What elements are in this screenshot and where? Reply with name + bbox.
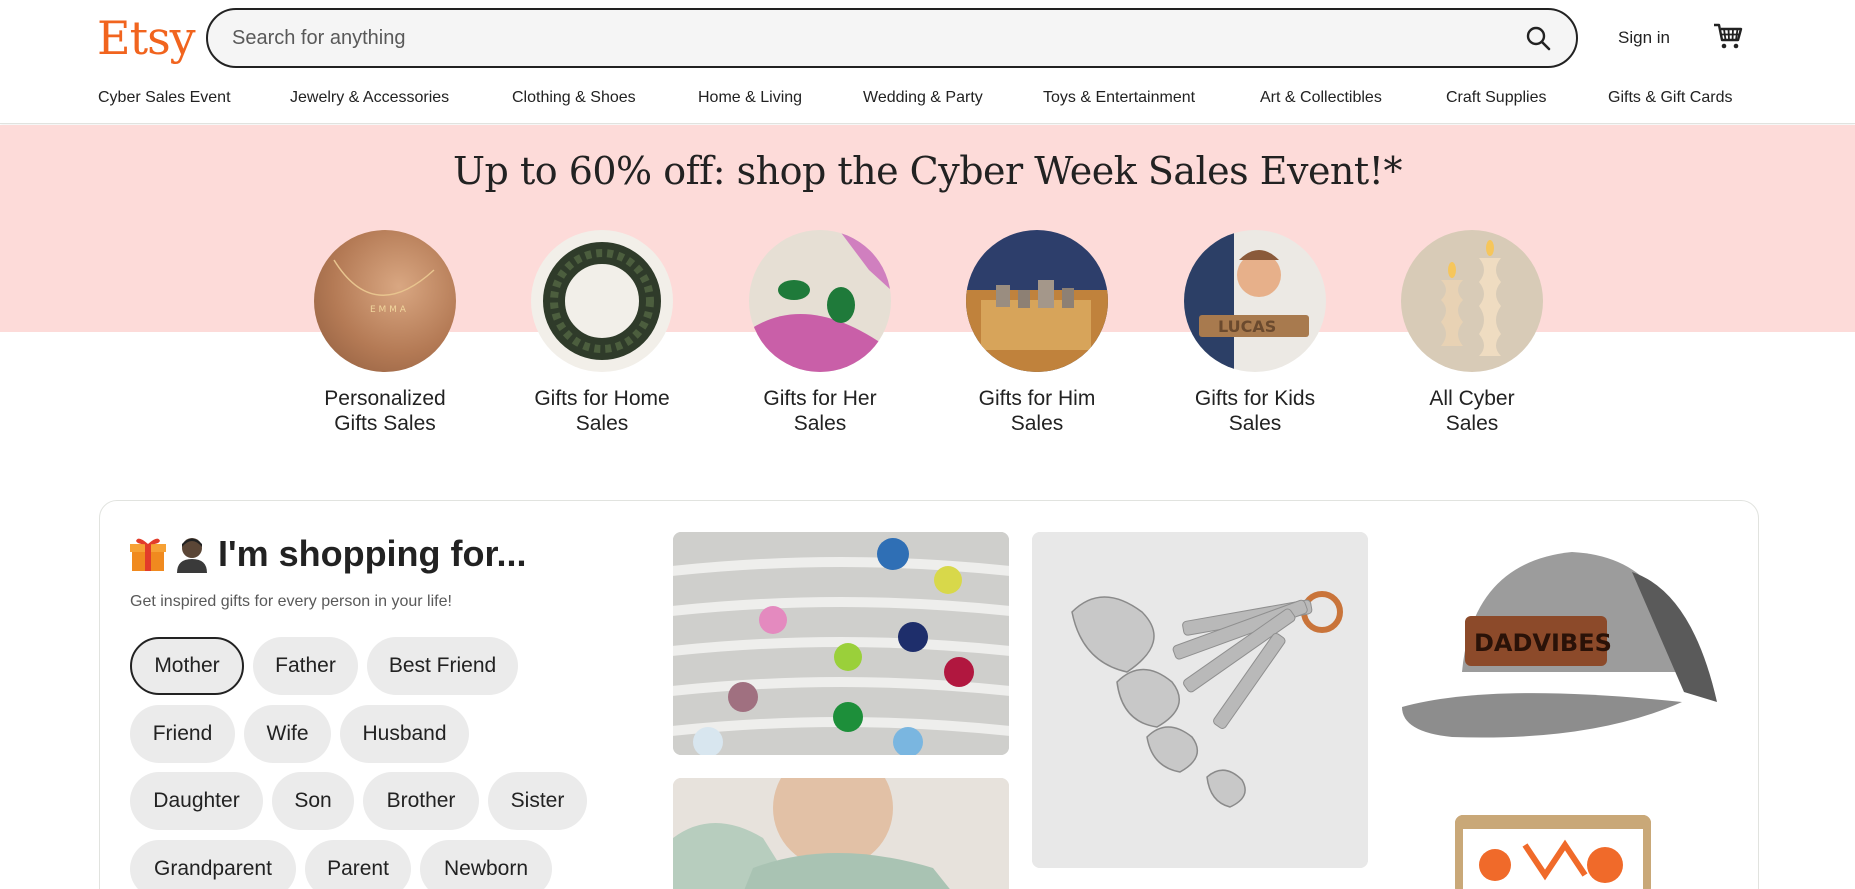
- chip-parent[interactable]: Parent: [305, 840, 411, 889]
- gifts-for-him-image: [966, 230, 1108, 372]
- category-gifts-for-home[interactable]: Gifts for Home Sales: [512, 230, 692, 436]
- category-gifts-for-kids[interactable]: LUCAS Gifts for Kids Sales: [1165, 230, 1345, 436]
- person-icon: [174, 535, 210, 573]
- product-tile-rings[interactable]: [673, 532, 1009, 755]
- chip-grandparent[interactable]: Grandparent: [130, 840, 296, 889]
- nav-wedding-party[interactable]: Wedding & Party: [863, 86, 983, 110]
- category-label: Gifts for Home Sales: [534, 387, 670, 435]
- product-tile-card[interactable]: [1455, 815, 1651, 889]
- svg-text:LUCAS: LUCAS: [1218, 317, 1276, 336]
- chip-father[interactable]: Father: [253, 637, 358, 695]
- category-gifts-for-him[interactable]: Gifts for Him Sales: [947, 230, 1127, 436]
- chip-son[interactable]: Son: [272, 772, 354, 830]
- category-label: Gifts for Kids Sales: [1194, 387, 1316, 435]
- product-tile-sweater[interactable]: [673, 778, 1009, 889]
- gifts-for-kids-image: LUCAS: [1184, 230, 1326, 372]
- chip-sister[interactable]: Sister: [488, 772, 587, 830]
- chip-friend[interactable]: Friend: [130, 705, 235, 763]
- banner-title: Up to 60% off: shop the Cyber Week Sales…: [453, 149, 1402, 193]
- gifts-for-home-image: [531, 230, 673, 372]
- product-tile-measuring-spoons[interactable]: [1032, 532, 1368, 868]
- personalized-gifts-image: E M M A: [314, 230, 456, 372]
- shopping-for-heading: I'm shopping for...: [130, 532, 527, 576]
- stacked-rings-image: [673, 532, 1009, 755]
- dad-vibes-cap-image: DADVIBES: [1392, 532, 1728, 752]
- cart-icon: [1714, 23, 1743, 49]
- category-label: Gifts for Her Sales: [763, 387, 877, 435]
- category-gifts-for-her[interactable]: Gifts for Her Sales: [730, 230, 910, 436]
- search-bar: [206, 8, 1578, 68]
- chip-mother[interactable]: Mother: [130, 637, 244, 695]
- nav-gifts-gift-cards[interactable]: Gifts & Gift Cards: [1608, 86, 1732, 110]
- search-icon: [1526, 26, 1551, 51]
- nav-art-collectibles[interactable]: Art & Collectibles: [1260, 86, 1382, 110]
- nav-toys-entertainment[interactable]: Toys & Entertainment: [1043, 86, 1195, 110]
- chip-wife[interactable]: Wife: [244, 705, 331, 763]
- category-label: All Cyber Sales: [1429, 387, 1515, 435]
- category-label: Gifts for Him Sales: [978, 387, 1096, 435]
- search-input[interactable]: [208, 10, 1508, 66]
- gift-icon: [130, 535, 166, 573]
- shopping-for-subtitle: Get inspired gifts for every person in y…: [130, 593, 452, 610]
- etsy-logo[interactable]: Etsy: [97, 6, 196, 70]
- category-all-cyber[interactable]: All Cyber Sales: [1382, 230, 1562, 436]
- chip-brother[interactable]: Brother: [363, 772, 479, 830]
- nav-clothing-shoes[interactable]: Clothing & Shoes: [512, 86, 636, 110]
- gifts-for-her-image: [749, 230, 891, 372]
- sweater-image: [673, 778, 1009, 889]
- category-personalized-gifts[interactable]: E M M A Personalized Gifts Sales: [295, 230, 475, 436]
- nav-jewelry-accessories[interactable]: Jewelry & Accessories: [290, 86, 449, 110]
- measuring-spoons-image: [1032, 532, 1368, 868]
- chip-newborn[interactable]: Newborn: [420, 840, 552, 889]
- nav-craft-supplies[interactable]: Craft Supplies: [1446, 86, 1547, 110]
- chip-best-friend[interactable]: Best Friend: [367, 637, 518, 695]
- search-button[interactable]: [1508, 10, 1568, 66]
- svg-text:E M M A: E M M A: [370, 305, 407, 315]
- category-nav: Cyber Sales Event Jewelry & Accessories …: [0, 86, 1855, 110]
- product-tile-cap[interactable]: DADVIBES: [1392, 532, 1728, 752]
- nav-home-living[interactable]: Home & Living: [698, 86, 802, 110]
- floral-card-image: [1455, 815, 1651, 889]
- shopping-for-title: I'm shopping for...: [218, 533, 527, 574]
- chip-daughter[interactable]: Daughter: [130, 772, 263, 830]
- all-cyber-image: [1401, 230, 1543, 372]
- chip-husband[interactable]: Husband: [340, 705, 469, 763]
- cart-button[interactable]: [1710, 16, 1746, 56]
- category-label: Personalized Gifts Sales: [324, 387, 446, 435]
- svg-text:DADVIBES: DADVIBES: [1474, 629, 1612, 657]
- sign-in-link[interactable]: Sign in: [1618, 26, 1670, 50]
- site-header: Etsy Sign in Cyber Sales Event Jewelry &…: [0, 0, 1855, 124]
- nav-cyber-sales-event[interactable]: Cyber Sales Event: [98, 86, 231, 110]
